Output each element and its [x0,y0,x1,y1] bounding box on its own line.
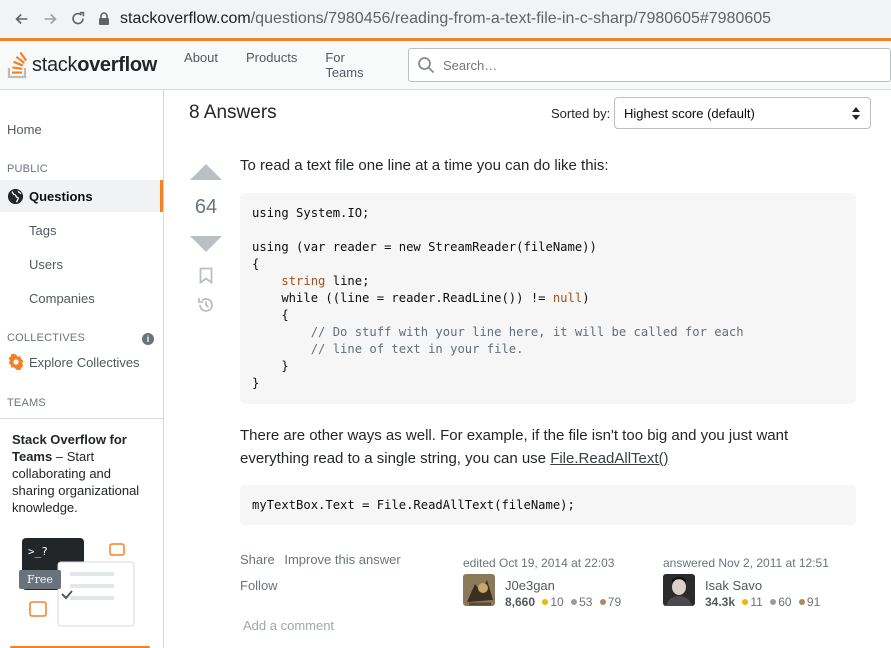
follow-link[interactable]: Follow [240,578,278,593]
answer-intro: To read a text file one line at a time y… [240,157,609,174]
select-arrows-icon [852,107,860,120]
paragraph-line-1: There are other ways as well. For exampl… [240,427,789,444]
free-badge: Free [19,570,61,589]
url-host: stackoverflow.com [120,10,251,27]
code-block-2: myTextBox.Text = File.ReadAllText(fileNa… [240,485,856,525]
sidebar-item-explore-collectives[interactable]: Explore Collectives [29,355,140,370]
upvote-icon[interactable] [190,164,222,180]
author-name[interactable]: Isak Savo [705,578,762,593]
editor-reputation: 8,660 10 53 79 [505,595,622,609]
add-comment-link[interactable]: Add a comment [243,618,334,633]
sidebar-item-home[interactable]: Home [7,122,42,137]
gold-badge-icon [742,599,749,606]
post-menu: Share Improve this answer [240,552,407,567]
reload-icon[interactable] [64,5,92,33]
sidebar-item-questions[interactable]: Questions [0,180,163,212]
author-avatar[interactable] [663,574,695,606]
search-icon [418,57,435,74]
sidebar-item-label: Questions [29,188,93,204]
answers-count: 8 Answers [189,102,277,123]
bronze-badge-icon [599,599,606,606]
editor-avatar[interactable] [463,574,495,606]
logo-text: stackoverflow [32,53,158,76]
browser-toolbar: stackoverflow.com/questions/7980456/read… [0,0,891,38]
bookmark-icon[interactable] [199,267,213,284]
author-signature: answered Nov 2, 2011 at 12:51 Isak Savo … [663,556,863,609]
sidebar-section-teams: TEAMS [7,397,46,409]
stack-logo-icon [7,51,27,79]
search-input[interactable] [443,57,864,73]
answered-time[interactable]: answered Nov 2, 2011 at 12:51 [663,556,863,570]
downvote-icon[interactable] [190,236,222,252]
forward-arrow-icon[interactable] [36,5,64,33]
terminal-prompt: >_? [28,545,48,558]
answer-paragraph: There are other ways as well. For exampl… [240,424,788,470]
paragraph-line-2: everything read to a single string, you … [240,450,551,467]
globe-icon [7,188,24,204]
collectives-icon [8,354,24,370]
nav-about[interactable]: About [170,44,232,86]
nav-products[interactable]: Products [232,44,311,86]
info-icon[interactable]: i [142,333,154,345]
stackoverflow-logo[interactable]: stackoverflow [7,45,157,85]
gold-badge-icon [542,599,549,606]
sort-select-value: Highest score (default) [624,105,755,121]
url-path: /questions/7980456/reading-from-a-text-f… [250,10,772,27]
site-header: stackoverflow About Products For Teams [0,38,891,90]
readalltext-link[interactable]: File.ReadAllText() [550,450,668,467]
history-icon[interactable] [197,296,215,314]
sidebar-item-users[interactable]: Users [29,257,63,272]
nav-for-teams[interactable]: For Teams [311,44,400,86]
editor-name[interactable]: J0e3gan [505,578,555,593]
sidebar-item-companies[interactable]: Companies [29,291,95,306]
sidebar-section-public: PUBLIC [7,163,48,175]
share-link[interactable]: Share [240,552,275,567]
top-nav: About Products For Teams [170,44,400,86]
sidebar-item-tags[interactable]: Tags [29,223,56,238]
back-arrow-icon[interactable] [8,5,36,33]
sort-select[interactable]: Highest score (default) [614,97,871,129]
vote-count: 64 [194,196,218,218]
silver-badge-icon [770,599,777,606]
left-sidebar: Home PUBLIC Questions Tags Users Compani… [0,90,164,648]
bronze-badge-icon [798,599,805,606]
improve-answer-link[interactable]: Improve this answer [284,552,400,567]
author-reputation: 34.3k 11 60 91 [705,595,821,609]
silver-badge-icon [571,599,578,606]
teams-promo: Stack Overflow for Teams – Start collabo… [0,418,163,528]
code-block-1: using System.IO; using (var reader = new… [240,193,856,404]
sorted-by-label: Sorted by: [551,106,611,121]
address-bar[interactable]: stackoverflow.com/questions/7980456/read… [96,5,771,33]
lock-icon [99,12,109,25]
sidebar-section-collectives: COLLECTIVES [7,332,86,344]
editor-signature: edited Oct 19, 2014 at 22:03 J0e3gan 8,6… [463,556,663,609]
search-box[interactable] [408,48,891,82]
edited-time[interactable]: edited Oct 19, 2014 at 22:03 [463,556,663,570]
